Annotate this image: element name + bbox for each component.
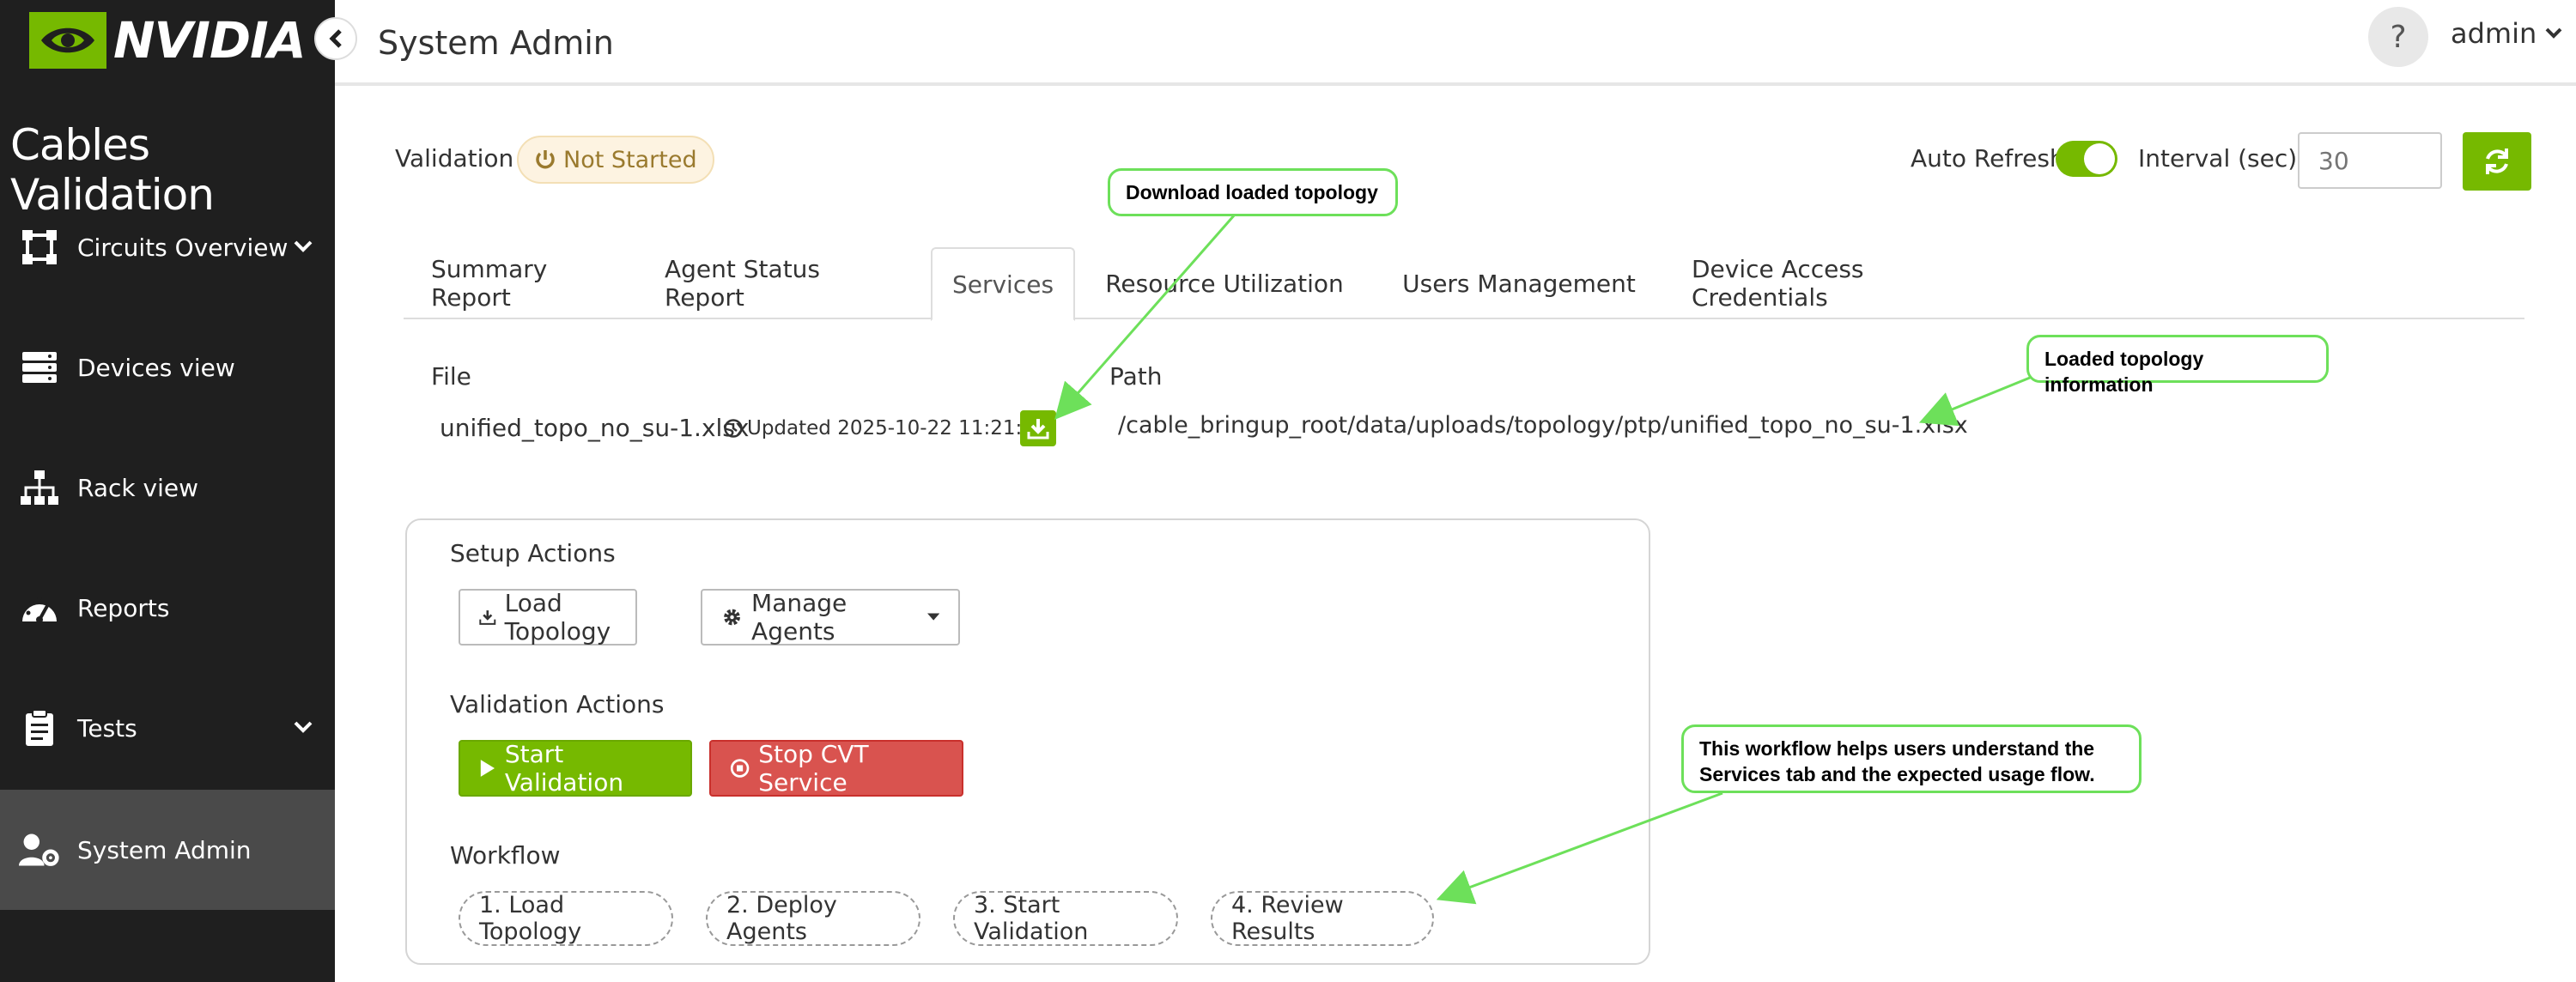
tab-device-access-credentials[interactable]: Device Access Credentials — [1664, 247, 1999, 319]
sidebar-item-tests[interactable]: Tests — [0, 668, 335, 788]
callout-download: Download loaded topology — [1108, 168, 1398, 216]
callout-workflow: This workflow helps users understand the… — [1681, 724, 2142, 793]
user-menu[interactable]: admin — [2451, 17, 2562, 50]
load-topology-label: Load Topology — [504, 589, 611, 646]
toggle-knob — [2084, 143, 2115, 174]
clipboard-icon — [19, 707, 60, 749]
workflow-step: 4. Review Results — [1211, 891, 1434, 946]
gear-icon — [724, 609, 740, 626]
nvidia-eye-icon — [29, 12, 106, 69]
sitemap-icon — [19, 467, 60, 508]
sidebar-item-label: Tests — [77, 713, 137, 743]
play-icon — [480, 760, 495, 777]
user-name: admin — [2451, 17, 2537, 50]
auto-refresh-toggle[interactable] — [2056, 141, 2117, 177]
status-badge: Not Started — [517, 136, 714, 184]
sidebar-item-label: System Admin — [77, 835, 252, 864]
dashboard-icon — [19, 587, 60, 628]
help-button[interactable]: ? — [2368, 7, 2428, 67]
path-value: /cable_bringup_root/data/uploads/topolog… — [1118, 412, 1968, 439]
setup-actions-title: Setup Actions — [450, 539, 616, 567]
page-title: System Admin — [378, 24, 614, 62]
tab-bar: Summary Report Agent Status Report Servi… — [404, 247, 2524, 321]
main-content: Validation Not Started Auto Refresh Inte… — [361, 88, 2576, 982]
refresh-icon — [2486, 149, 2508, 174]
tab-services[interactable]: Services — [931, 247, 1075, 321]
nvidia-logo: NVIDIA — [29, 11, 307, 70]
logo-text: NVIDIA — [113, 11, 307, 70]
workflow-step: 1. Load Topology — [459, 891, 673, 946]
validation-label: Validation — [395, 144, 514, 173]
upload-icon — [479, 610, 496, 625]
manage-agents-label: Manage Agents — [751, 589, 848, 646]
validation-actions-title: Validation Actions — [450, 690, 665, 718]
interval-label: Interval (sec) — [2138, 144, 2298, 173]
tab-summary-report[interactable]: Summary Report — [404, 247, 637, 319]
server-icon — [19, 347, 60, 388]
users-cog-icon — [19, 829, 60, 870]
clock-icon — [724, 419, 743, 438]
download-topology-button[interactable] — [1020, 410, 1056, 446]
sidebar-item-label: Rack view — [77, 473, 198, 502]
sidebar-item-label: Circuits Overview — [77, 233, 289, 262]
start-validation-label: Start Validation — [504, 740, 624, 797]
file-label: File — [431, 362, 471, 391]
chevron-down-icon — [2545, 27, 2562, 39]
sidebar: NVIDIA Cables Validation Circuits Overvi… — [0, 0, 335, 982]
status-text: Not Started — [563, 146, 697, 173]
callout-workflow-line2: Services tab and the expected usage flow… — [1699, 763, 2095, 785]
circuit-icon — [19, 227, 60, 268]
workflow-title: Workflow — [450, 841, 561, 870]
tab-agent-status-report[interactable]: Agent Status Report — [637, 247, 919, 319]
callout-topology-info: Loaded topology information — [2026, 335, 2329, 396]
sidebar-item-devices-view[interactable]: Devices view — [0, 307, 335, 427]
tab-resource-utilization[interactable]: Resource Utilization — [1075, 247, 1374, 319]
caret-down-icon — [927, 613, 939, 621]
refresh-button[interactable] — [2463, 132, 2531, 191]
actions-card: Setup Actions Load Topology Manage Agent… — [405, 518, 1650, 965]
sidebar-item-circuits-overview[interactable]: Circuits Overview — [0, 187, 335, 307]
auto-refresh-label: Auto Refresh — [1911, 144, 2065, 173]
path-label: Path — [1109, 362, 1163, 391]
chevron-left-icon — [329, 29, 342, 48]
topbar: System Admin ? admin — [335, 0, 2576, 86]
sidebar-item-label: Reports — [77, 593, 170, 622]
sidebar-item-rack-view[interactable]: Rack view — [0, 427, 335, 548]
sidebar-item-label: Devices view — [77, 353, 235, 382]
callout-download-text: Download loaded topology — [1126, 181, 1378, 203]
collapse-sidebar-button[interactable] — [314, 17, 357, 60]
tab-users-management[interactable]: Users Management — [1374, 247, 1664, 319]
workflow-step: 2. Deploy Agents — [706, 891, 920, 946]
start-validation-button[interactable]: Start Validation — [459, 740, 692, 797]
chevron-down-icon — [294, 720, 313, 736]
stop-cvt-service-button[interactable]: Stop CVT Service — [709, 740, 963, 797]
sidebar-item-reports[interactable]: Reports — [0, 548, 335, 668]
manage-agents-dropdown[interactable]: Manage Agents — [701, 589, 960, 646]
load-topology-button[interactable]: Load Topology — [459, 589, 637, 646]
workflow-step: 3. Start Validation — [953, 891, 1178, 946]
file-updated: Updated 2025-10-22 11:21:07 — [723, 417, 1047, 439]
sidebar-item-system-admin[interactable]: System Admin — [0, 790, 335, 910]
stop-circle-icon — [730, 759, 750, 778]
file-name: unified_topo_no_su-1.xlsx — [440, 414, 750, 442]
interval-input[interactable] — [2298, 132, 2442, 189]
help-icon: ? — [2390, 19, 2407, 55]
download-icon — [1027, 419, 1049, 439]
updated-text: Updated 2025-10-22 11:21:07 — [747, 417, 1048, 439]
stop-cvt-label: Stop CVT Service — [758, 740, 869, 797]
callout-workflow-line1: This workflow helps users understand the — [1699, 737, 2095, 760]
chevron-down-icon — [294, 239, 313, 256]
power-icon — [536, 150, 555, 169]
